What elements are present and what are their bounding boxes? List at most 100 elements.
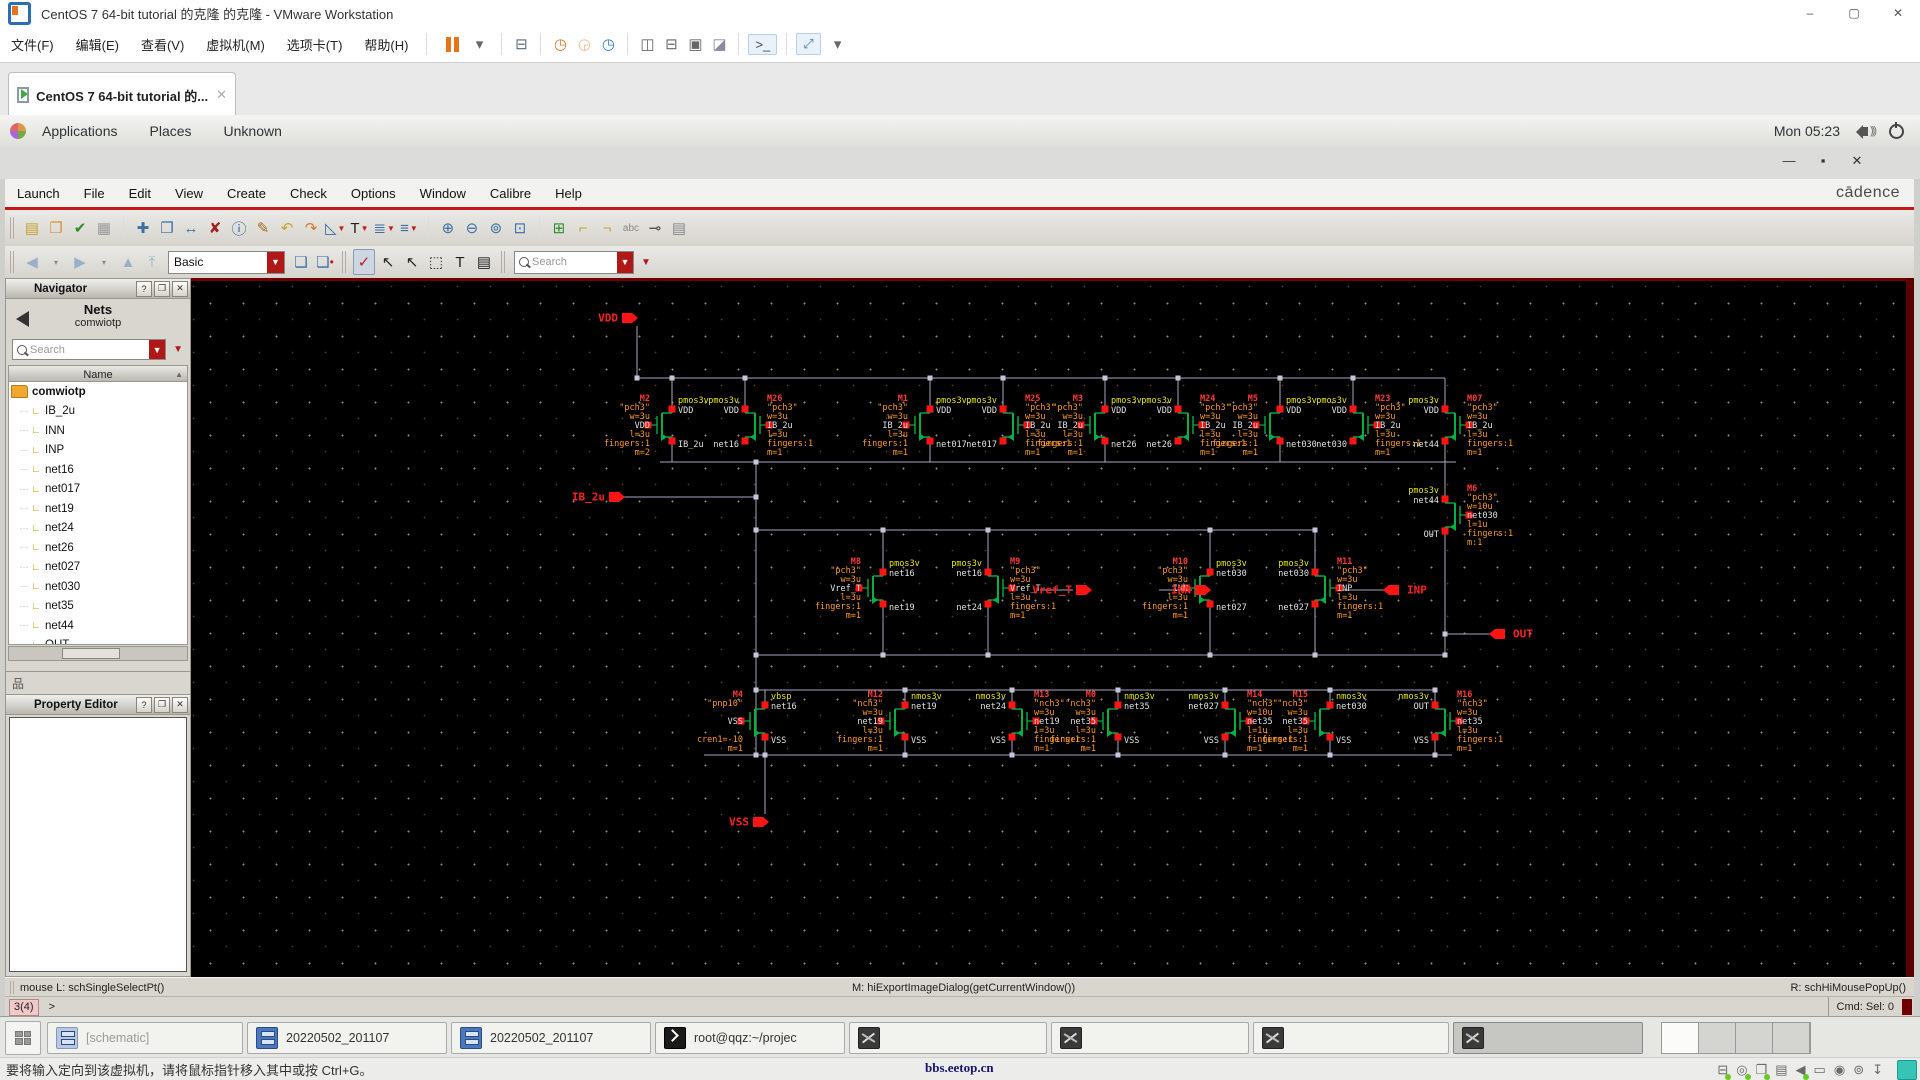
text-style-icon[interactable]: T ▼ <box>348 215 370 241</box>
maximize-button[interactable]: ▢ <box>1832 0 1876 26</box>
navigator-search-options[interactable]: ▼ <box>173 344 183 355</box>
workspace-1[interactable] <box>1662 1022 1699 1053</box>
redo-icon[interactable]: ↷ <box>300 215 322 241</box>
cadence-menu-9[interactable]: Help <box>543 186 594 201</box>
show-console-button[interactable]: ⊟ <box>660 31 682 57</box>
taskbar-window-7[interactable] <box>1453 1021 1643 1054</box>
close-icon[interactable]: ✕ <box>172 280 188 297</box>
wire-name-icon[interactable]: abc <box>620 215 642 241</box>
taskbar-window-3[interactable]: root@qqz:~/projec <box>655 1021 845 1054</box>
display-stop-icon[interactable]: ❏ • <box>314 249 336 275</box>
hierarchy-toggle[interactable]: 品 <box>5 672 191 694</box>
cadence-menu-8[interactable]: Calibre <box>478 186 543 201</box>
command-prompt[interactable]: > <box>49 1001 55 1013</box>
new-icon[interactable]: ▤ <box>21 215 43 241</box>
suspend-dropdown[interactable]: ▾ <box>465 31 493 57</box>
net-item-OUT[interactable]: ⋯∟OUT <box>9 636 187 644</box>
workspace-3[interactable] <box>1736 1022 1773 1053</box>
select-text-icon[interactable]: T <box>449 249 471 275</box>
vmware-menu-1[interactable]: 编辑(E) <box>65 35 130 54</box>
add-pin-icon[interactable]: ⊸ <box>644 215 666 241</box>
cadence-menu-0[interactable]: Launch <box>5 186 72 201</box>
printer-icon[interactable]: ▤ <box>1775 1062 1787 1078</box>
net-item-net027[interactable]: ⋯ ∟ net027 <box>9 558 187 578</box>
network-icon[interactable]: ❐ <box>1756 1062 1771 1080</box>
cadence-menu-3[interactable]: View <box>163 186 215 201</box>
stretch-icon[interactable]: ↔ <box>180 215 202 241</box>
cadence-menu-2[interactable]: Edit <box>117 186 163 201</box>
zoom-prev-icon[interactable]: ⊚ <box>485 215 507 241</box>
fullscreen-button[interactable]: ▣ <box>684 31 706 57</box>
navigator-header[interactable]: Navigator ? ❐ ✕ <box>6 279 190 299</box>
zoom-fit-icon[interactable]: ⊡ <box>509 215 531 241</box>
top-hierarchy-icon[interactable]: ⤒ <box>141 249 163 275</box>
cadence-menu-1[interactable]: File <box>72 186 117 201</box>
net-item-net35[interactable]: ⋯ ∟ net35 <box>9 597 187 617</box>
net-item-IB_2u[interactable]: ⋯ ∟ IB_2u <box>9 402 187 422</box>
taskbar-window-5[interactable] <box>1051 1021 1249 1054</box>
guest-minimize-button[interactable]: — <box>1778 153 1800 168</box>
net-item-INN[interactable]: ⋯ ∟ INN <box>9 421 187 441</box>
zoom-out-icon[interactable]: ⊖ <box>461 215 483 241</box>
move-icon[interactable]: ✚ <box>132 215 154 241</box>
float-icon[interactable]: ❐ <box>154 696 170 713</box>
net-item-net44[interactable]: ⋯ ∟ net44 <box>9 616 187 636</box>
revert-snapshot-button[interactable]: ◶ <box>573 31 595 57</box>
navigator-back-button[interactable] <box>16 311 29 327</box>
fit-dropdown[interactable]: ▾ <box>824 31 852 57</box>
net-item-net030[interactable]: ⋯ ∟ net030 <box>9 577 187 597</box>
select-connectivity-icon[interactable]: ↖ <box>377 249 399 275</box>
workspace-combo[interactable]: Basic ▼ <box>168 250 285 274</box>
vmware-menu-0[interactable]: 文件(F) <box>0 35 65 54</box>
search-options-dropdown[interactable]: ▼ <box>641 257 651 268</box>
distribute-icon[interactable]: ≡ ▼ <box>398 215 420 241</box>
floppy-icon[interactable]: ▭ <box>1814 1062 1826 1078</box>
taskbar-window-4[interactable] <box>849 1021 1047 1054</box>
fit-guest-button[interactable]: ⤢ <box>796 33 821 55</box>
toolbar-search-input[interactable]: Search ▼ <box>514 250 634 274</box>
guest-maximize-button[interactable]: ▪ <box>1812 153 1834 168</box>
net-item-net24[interactable]: ⋯ ∟ net24 <box>9 519 187 539</box>
close-button[interactable]: ✕ <box>1876 0 1920 26</box>
taskbar-window-1[interactable]: 20220502_201107 <box>247 1021 447 1054</box>
navigator-search-dropdown[interactable]: ▼ <box>149 340 166 359</box>
forward-icon[interactable]: ▶ <box>69 249 91 275</box>
cadence-menu-6[interactable]: Options <box>339 186 408 201</box>
console-view-button[interactable]: >_ <box>748 33 778 55</box>
taskbar-window-2[interactable]: 20220502_201107 <box>451 1021 651 1054</box>
cadence-menu-7[interactable]: Window <box>408 186 478 201</box>
send-ctrl-alt-del-button[interactable]: ⊟ <box>510 31 532 57</box>
close-icon[interactable]: ✕ <box>172 696 188 713</box>
unity-button[interactable]: ◪ <box>708 31 730 57</box>
snap-mode-icon[interactable]: ◺ ▼ <box>324 215 346 241</box>
camera-icon[interactable]: ◉ <box>1834 1062 1845 1078</box>
net-item-net017[interactable]: ⋯ ∟ net017 <box>9 480 187 500</box>
back-icon[interactable]: ◀ <box>21 249 43 275</box>
tab-close-icon[interactable]: ✕ <box>216 87 227 103</box>
take-snapshot-button[interactable]: ◷ <box>549 31 571 57</box>
taskbar-window-0[interactable]: [schematic] <box>47 1021 243 1054</box>
sound-icon[interactable]: ◀ <box>1796 1062 1809 1080</box>
navigator-search-input[interactable]: Search ▼ <box>12 339 167 360</box>
message-log-icon[interactable] <box>1897 1059 1917 1080</box>
select-point-icon[interactable]: ↖ <box>401 249 423 275</box>
window-list-button[interactable] <box>5 1020 41 1055</box>
net-item-INP[interactable]: ⋯ ∟ INP <box>9 441 187 461</box>
display-levels-icon[interactable]: ❏ <box>290 249 312 275</box>
add-note-icon[interactable]: ▤ <box>668 215 690 241</box>
cadence-menu-4[interactable]: Create <box>215 186 278 201</box>
power-icon[interactable] <box>1889 121 1904 139</box>
schematic-canvas[interactable]: pmos3v M2 "pch3" w=3u VDD l=3u fingers:1 m=2 VDD… <box>191 278 1906 977</box>
forward-dropdown[interactable]: ▾ <box>93 249 115 275</box>
clock[interactable]: Mon 05:23 <box>1774 123 1840 139</box>
workspace-combo-dropdown[interactable]: ▼ <box>267 251 284 273</box>
float-icon[interactable]: ❐ <box>154 280 170 297</box>
harddisk-icon[interactable]: ⊟ <box>1717 1062 1732 1080</box>
places-menu[interactable]: Places <box>134 123 208 139</box>
save-icon[interactable]: ▦ <box>93 215 115 241</box>
search-dropdown[interactable]: ▼ <box>617 251 633 273</box>
back-dropdown[interactable]: ▾ <box>45 249 67 275</box>
copy-icon[interactable]: ❐ <box>156 215 178 241</box>
volume-icon[interactable]: ))) <box>1856 124 1877 139</box>
net-item-net19[interactable]: ⋯ ∟ net19 <box>9 499 187 519</box>
